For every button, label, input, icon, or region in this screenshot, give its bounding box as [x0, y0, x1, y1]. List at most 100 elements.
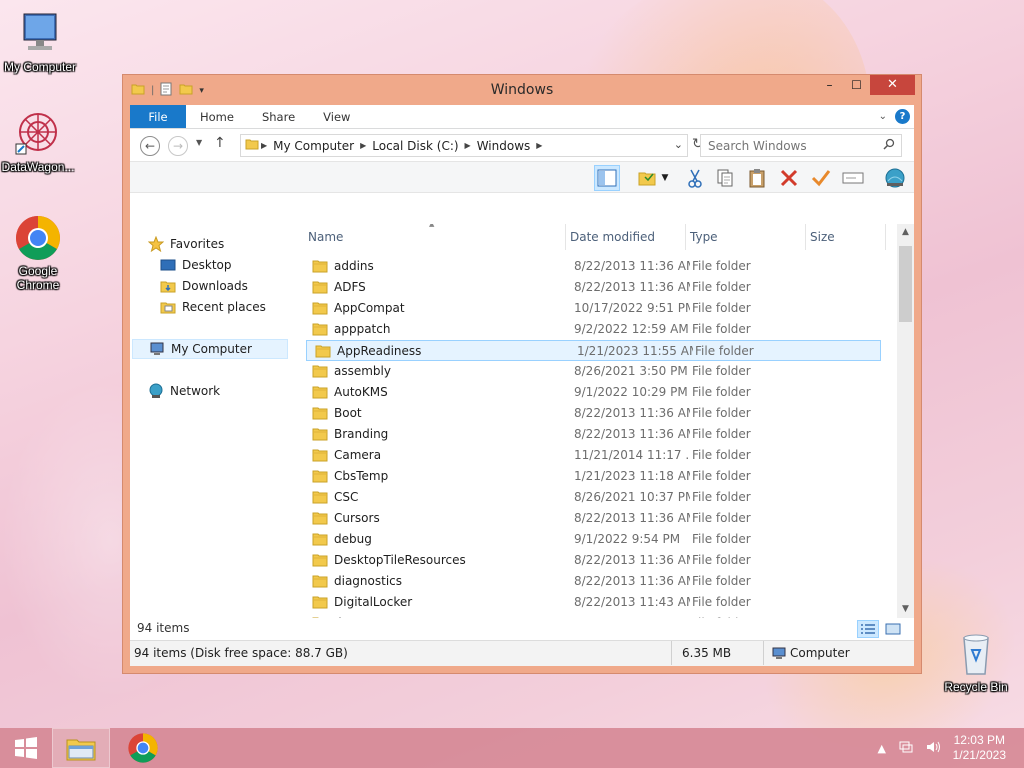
folder-icon — [312, 595, 328, 609]
start-button[interactable] — [4, 728, 48, 768]
help-icon[interactable]: ? — [895, 109, 910, 124]
folder-icon — [312, 448, 328, 462]
taskbar-file-explorer[interactable] — [52, 728, 110, 768]
file-type: File folder — [692, 469, 751, 483]
close-button[interactable]: ✕ — [870, 75, 915, 95]
file-type: File folder — [692, 364, 751, 378]
network-globe-button[interactable] — [882, 165, 908, 191]
tab-file[interactable]: File — [130, 105, 186, 128]
back-button[interactable]: ← — [140, 136, 160, 156]
file-row[interactable]: Cursors 8/22/2013 11:36 AM File folder — [304, 508, 890, 529]
up-button[interactable]: ↑ — [214, 135, 226, 151]
file-type: File folder — [692, 511, 751, 525]
volume-icon[interactable] — [926, 740, 942, 757]
window-title: Windows — [490, 82, 554, 98]
nav-recent-places[interactable]: Recent places — [160, 297, 266, 317]
address-box[interactable]: ▶ My Computer ▶ Local Disk (C:) ▶ Window… — [240, 134, 688, 157]
tab-view[interactable]: View — [309, 105, 364, 128]
expand-ribbon-icon[interactable]: ⌄ — [879, 111, 887, 122]
network-tray-icon[interactable] — [898, 740, 914, 757]
large-icons-view-button[interactable] — [882, 620, 904, 638]
forward-button[interactable]: → — [168, 136, 188, 156]
file-row[interactable]: AppCompat 10/17/2022 9:51 PM File folder — [304, 298, 890, 319]
column-type[interactable]: Type — [686, 224, 806, 250]
items-count: 94 items — [137, 621, 190, 635]
file-row[interactable]: ADFS 8/22/2013 11:36 AM File folder — [304, 277, 890, 298]
breadcrumb-local-disk[interactable]: Local Disk (C:) — [368, 139, 462, 153]
tab-share[interactable]: Share — [248, 105, 309, 128]
chevron-right-icon[interactable]: ▶ — [534, 141, 544, 150]
column-name[interactable]: Name — [304, 224, 566, 250]
copy-button[interactable] — [712, 165, 738, 191]
file-type: File folder — [692, 448, 751, 462]
file-row[interactable]: CbsTemp 1/21/2023 11:18 AM File folder — [304, 466, 890, 487]
command-toolbar: ▼ — [130, 161, 914, 193]
file-date-modified: 8/22/2013 11:36 AM — [574, 511, 690, 525]
chevron-down-icon[interactable]: ⌄ — [674, 138, 683, 151]
rename-button[interactable] — [840, 165, 866, 191]
chevron-right-icon[interactable]: ▶ — [463, 141, 473, 150]
file-row[interactable]: DigitalLocker 8/22/2013 11:43 AM File fold… — [304, 592, 890, 613]
taskbar-clock[interactable]: 12:03 PM 1/21/2023 — [953, 733, 1006, 763]
file-row[interactable]: debug 9/1/2022 9:54 PM File folder — [304, 529, 890, 550]
file-row[interactable]: apppatch 9/2/2022 12:59 AM File folder — [304, 319, 890, 340]
file-row[interactable]: Branding 8/22/2013 11:36 AM File folder — [304, 424, 890, 445]
nav-favorites[interactable]: Favorites — [147, 234, 224, 254]
desktop-icon-recycle-bin[interactable]: Recycle Bin — [936, 630, 1016, 694]
file-row[interactable]: Boot 8/22/2013 11:36 AM File folder — [304, 403, 890, 424]
file-name: Camera — [334, 448, 382, 462]
nav-my-computer[interactable]: My Computer — [132, 339, 288, 359]
maximize-button[interactable]: ☐ — [843, 75, 870, 95]
tab-home[interactable]: Home — [186, 105, 248, 128]
file-name: Cursors — [334, 511, 380, 525]
chevron-right-icon[interactable]: ▶ — [358, 141, 368, 150]
details-view-icon — [861, 624, 875, 634]
file-date-modified: 8/26/2021 3:50 PM — [574, 364, 688, 378]
properties-button[interactable] — [634, 165, 660, 191]
folder-icon — [312, 532, 328, 546]
scroll-up-arrow[interactable]: ▲ — [897, 224, 914, 241]
show-hidden-icons-icon[interactable]: ▲ — [878, 742, 886, 755]
file-row[interactable]: AppReadiness 1/21/2023 11:55 AM File folde… — [306, 340, 881, 361]
details-view-button[interactable] — [857, 620, 879, 638]
file-row[interactable]: AutoKMS 9/1/2022 10:29 PM File folder — [304, 382, 890, 403]
desktop-icon-datawagon[interactable]: DataWagon... — [0, 110, 78, 174]
breadcrumb-windows[interactable]: Windows — [473, 139, 535, 153]
nav-network[interactable]: Network — [148, 381, 220, 401]
desktop-icon-my-computer[interactable]: My Computer — [0, 10, 80, 74]
file-row[interactable]: assembly 8/26/2021 3:50 PM File folder — [304, 361, 890, 382]
column-size[interactable]: Size — [806, 224, 886, 250]
file-row[interactable]: CSC 8/26/2021 10:37 PM File folder — [304, 487, 890, 508]
nav-downloads[interactable]: Downloads — [160, 276, 248, 296]
search-icon[interactable] — [883, 138, 895, 153]
desktop-icon-google-chrome[interactable]: Google Chrome — [0, 214, 78, 292]
file-row[interactable]: diagnostics 8/22/2013 11:36 AM File folder — [304, 571, 890, 592]
breadcrumb-my-computer[interactable]: My Computer — [269, 139, 358, 153]
scroll-down-arrow[interactable]: ▼ — [897, 601, 914, 618]
recent-locations-icon[interactable]: ▼ — [196, 138, 202, 147]
vertical-scrollbar[interactable]: ▲ ▼ — [897, 224, 914, 618]
file-date-modified: 9/1/2022 9:54 PM — [574, 532, 681, 546]
search-input[interactable] — [701, 135, 871, 156]
status-location: Computer — [766, 641, 908, 665]
chevron-down-icon[interactable]: ▼ — [658, 165, 672, 191]
paste-button[interactable] — [744, 165, 770, 191]
select-button[interactable] — [808, 165, 834, 191]
column-date-modified[interactable]: Date modified — [566, 224, 686, 250]
title-bar[interactable]: | ▾ Windows – ☐ ✕ — [123, 75, 921, 105]
minimize-button[interactable]: – — [816, 75, 843, 95]
file-row[interactable]: DesktopTileResources 8/22/2013 11:36 AM Fi… — [304, 550, 890, 571]
chevron-right-icon[interactable]: ▶ — [259, 141, 269, 150]
file-row[interactable]: Camera 11/21/2014 11:17 ... File folder — [304, 445, 890, 466]
file-type: File folder — [692, 595, 751, 609]
globe-icon — [885, 168, 905, 188]
scroll-thumb[interactable] — [899, 246, 912, 322]
file-name: ADFS — [334, 280, 366, 294]
file-row[interactable]: addins 8/22/2013 11:36 AM File folder — [304, 256, 890, 277]
nav-desktop[interactable]: Desktop — [160, 255, 232, 275]
cut-button[interactable] — [682, 165, 708, 191]
file-name: diagnostics — [334, 574, 403, 588]
preview-pane-button[interactable] — [594, 165, 620, 191]
delete-button[interactable] — [776, 165, 802, 191]
taskbar-google-chrome[interactable] — [118, 728, 168, 768]
